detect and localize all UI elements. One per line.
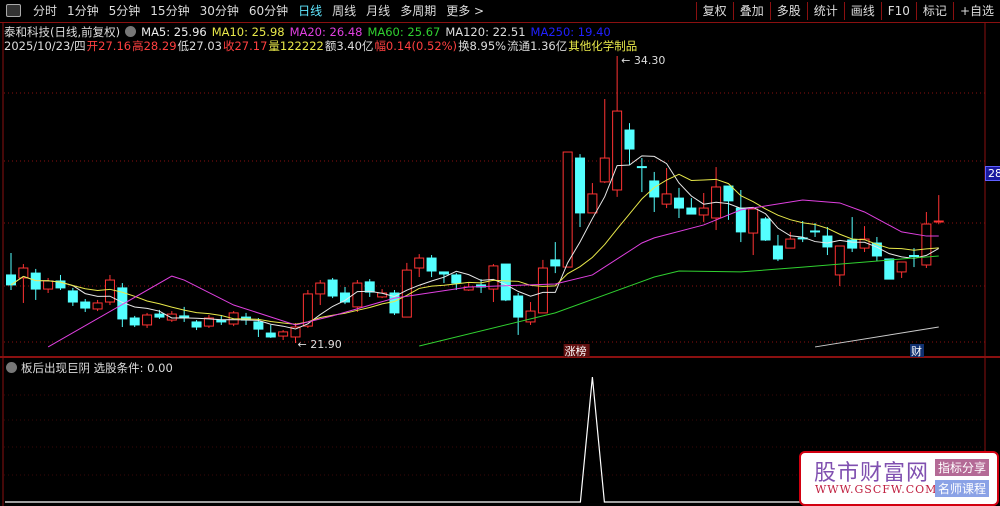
candle-body — [438, 271, 449, 275]
candle-body — [612, 110, 623, 191]
candle-body — [278, 331, 289, 337]
candle-body — [884, 258, 895, 280]
logo-url: WWW.GSCFW.COM — [815, 483, 938, 496]
candle-body — [562, 151, 573, 268]
candle-body — [822, 235, 833, 248]
candle-body — [537, 267, 548, 314]
candle-body — [896, 261, 907, 273]
candle-body — [364, 281, 375, 293]
candle-body — [673, 197, 684, 209]
candle-body — [834, 245, 845, 276]
current-price-tag: 28. — [985, 166, 1000, 181]
candle-body — [216, 319, 227, 323]
candle-body — [315, 282, 326, 295]
badge-courses[interactable]: 名师课程 — [935, 480, 990, 497]
candle-body — [327, 279, 338, 297]
candle-body — [80, 301, 91, 309]
candle-body — [686, 207, 697, 215]
candle-body — [166, 313, 177, 321]
candle-body — [142, 314, 153, 326]
candle-body — [723, 185, 734, 202]
indicator-value: 选股条件: 0.00 — [93, 361, 173, 375]
candle-body — [352, 282, 363, 308]
candle-body — [67, 290, 78, 303]
candle-body — [92, 302, 103, 310]
candle-body — [253, 321, 264, 330]
candle-body — [500, 263, 511, 301]
candle-body — [785, 238, 796, 249]
candle-body — [599, 157, 610, 183]
candle-body — [104, 279, 115, 303]
candle-body — [649, 180, 660, 198]
marker-label: 财 — [911, 344, 922, 358]
candle-body — [636, 166, 647, 169]
candle-body — [575, 157, 586, 214]
candle-body — [921, 223, 932, 266]
watermark-logo: 股市财富网 WWW.GSCFW.COM 指标分享 名师课程 — [799, 451, 999, 506]
ma120-line — [814, 326, 939, 348]
candle-body — [587, 193, 598, 214]
candle-body — [810, 230, 821, 233]
candle-body — [748, 208, 759, 234]
candle-body — [698, 207, 709, 216]
ma10-line — [10, 173, 939, 325]
candle-body — [414, 257, 425, 269]
candle-body — [426, 257, 437, 272]
candle-body — [933, 220, 944, 223]
low-price-label: ← 21.90 — [298, 338, 342, 351]
candle-body — [525, 310, 536, 323]
candle-body — [265, 332, 276, 338]
candle-body — [6, 274, 16, 286]
candle-body — [624, 129, 635, 150]
candle-body — [154, 313, 165, 318]
indicator-header: 板后出现巨阴 选股条件: 0.00 — [6, 360, 173, 376]
candle-body — [760, 218, 771, 241]
indicator-dropdown-icon[interactable] — [6, 362, 17, 373]
candle-body — [513, 295, 524, 318]
indicator-name: 板后出现巨阴 — [21, 361, 90, 375]
high-price-label: ← 34.30 — [621, 54, 665, 67]
marker-label: 涨榜 — [565, 344, 587, 358]
candle-body — [129, 317, 140, 326]
candle-body — [550, 259, 561, 267]
candle-body — [191, 321, 202, 328]
candle-body — [661, 193, 672, 205]
candle-body — [43, 280, 54, 290]
candle-body — [909, 255, 920, 257]
candle-body — [451, 274, 462, 284]
kline-chart[interactable]: ← 34.30 ← 21.90 涨榜 财 — [0, 0, 1000, 506]
badge-indicator-share[interactable]: 指标分享 — [935, 459, 990, 476]
ma5-line — [10, 155, 939, 330]
candle-body — [772, 245, 783, 260]
